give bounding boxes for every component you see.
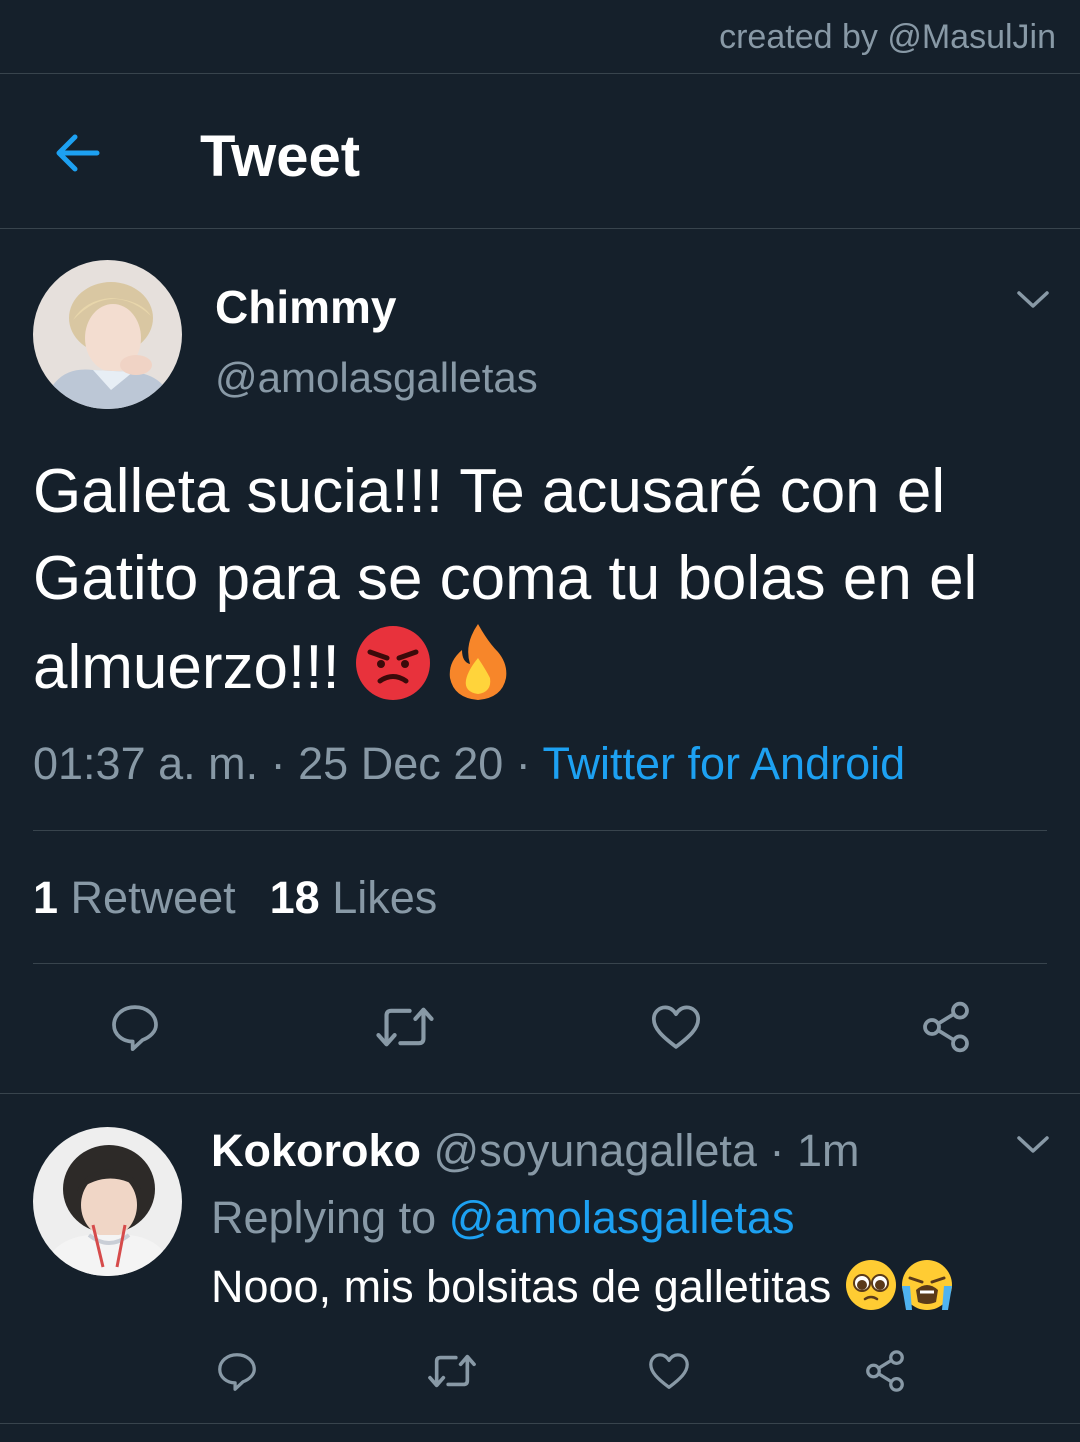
tweet-source-link[interactable]: Twitter for Android	[542, 738, 905, 789]
like-button[interactable]	[644, 995, 708, 1059]
replying-to: Replying to @amolasgalletas	[211, 1192, 795, 1244]
share-icon	[923, 1001, 969, 1053]
reply-actions	[0, 1345, 1080, 1397]
arrow-left-icon	[56, 134, 100, 172]
credit-divider	[0, 73, 1080, 74]
share-button[interactable]	[859, 1345, 911, 1397]
divider	[33, 963, 1047, 964]
replying-prefix: Replying to	[211, 1192, 449, 1243]
reply-menu-button[interactable]	[1013, 1130, 1053, 1160]
tweet-menu-button[interactable]	[1013, 285, 1053, 315]
likes-count: 18	[269, 872, 320, 923]
reply-icon	[218, 1353, 256, 1391]
divider	[0, 1423, 1080, 1424]
retweet-button[interactable]	[373, 995, 437, 1059]
angry-face-emoji	[354, 624, 432, 725]
pleading-face-emoji	[844, 1258, 898, 1323]
reply-header: Kokoroko @soyunagalleta · 1m	[211, 1125, 859, 1177]
retweet-icon	[428, 1354, 476, 1388]
likes-label: Likes	[332, 872, 438, 923]
top-app-bar: Tweet	[0, 75, 1080, 229]
like-button[interactable]	[643, 1345, 695, 1397]
author-name[interactable]: Chimmy	[215, 280, 396, 334]
retweets-label: Retweet	[70, 872, 236, 923]
profile-photo	[33, 1127, 182, 1276]
likes-stat[interactable]: 18 Likes	[270, 872, 438, 923]
tweet-stats: 1 Retweet 18 Likes	[33, 872, 437, 924]
profile-photo	[33, 260, 182, 409]
tweet-meta: 01:37 a. m. · 25 Dec 20 · Twitter for An…	[33, 738, 905, 790]
avatar[interactable]	[33, 1127, 182, 1276]
loudly-crying-face-emoji	[898, 1258, 956, 1323]
page-title: Tweet	[200, 124, 361, 189]
meta-separator: ·	[258, 738, 299, 789]
back-button[interactable]	[44, 123, 110, 183]
retweet-icon	[376, 1007, 434, 1047]
share-button[interactable]	[914, 995, 978, 1059]
share-icon	[866, 1350, 904, 1392]
avatar[interactable]	[33, 260, 182, 409]
chevron-down-icon	[1017, 1136, 1049, 1153]
reply-author-name[interactable]: Kokoroko	[211, 1125, 421, 1176]
divider	[33, 830, 1047, 831]
heart-icon	[651, 1005, 701, 1049]
reply-button[interactable]	[211, 1345, 263, 1397]
tweet-date: 25 Dec 20	[298, 738, 504, 789]
meta-separator: ·	[756, 1125, 797, 1176]
tweet-time: 01:37 a. m.	[33, 738, 259, 789]
divider	[0, 1093, 1080, 1094]
creator-credit: created by @MasulJin	[719, 18, 1056, 56]
reply-body: Nooo, mis bolsitas de galletitas	[211, 1258, 956, 1323]
replying-mention-link[interactable]: @amolasgalletas	[449, 1192, 795, 1243]
tweet-body: Galleta sucia!!! Te acusaré con el Gatit…	[33, 448, 1048, 725]
fire-emoji	[446, 622, 510, 725]
reply-time[interactable]: 1m	[797, 1125, 860, 1176]
retweet-button[interactable]	[426, 1345, 478, 1397]
meta-separator: ·	[503, 738, 543, 789]
reply-button[interactable]	[103, 995, 167, 1059]
retweets-stat[interactable]: 1 Retweet	[33, 872, 236, 923]
author-handle[interactable]: @amolasgalletas	[215, 354, 538, 402]
reply-icon	[112, 1005, 158, 1052]
reply-author-handle[interactable]: @soyunagalleta	[434, 1125, 757, 1176]
chevron-down-icon	[1017, 291, 1049, 308]
retweets-count: 1	[33, 872, 59, 923]
tweet-actions	[0, 995, 1080, 1059]
heart-icon	[649, 1353, 689, 1389]
reply-text: Nooo, mis bolsitas de galletitas	[211, 1261, 832, 1312]
